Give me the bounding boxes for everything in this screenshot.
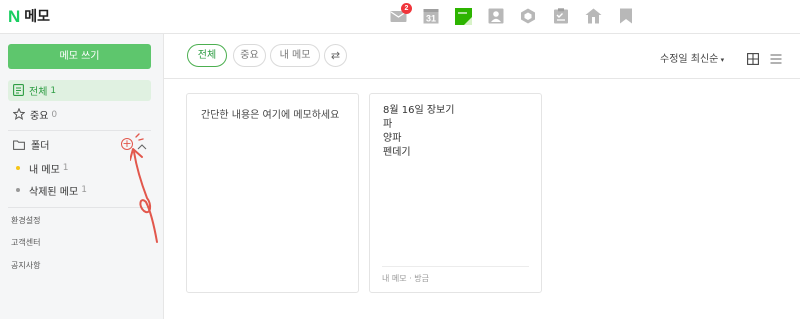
folder-label: 삭제된 메모 [29, 186, 79, 198]
list-view-icon[interactable] [770, 50, 782, 64]
settings-link[interactable]: 환경설정 [11, 214, 40, 228]
home-icon[interactable] [583, 6, 603, 26]
sort-label: 수정일 최신순 [660, 54, 719, 65]
brand[interactable]: N 메모 [8, 7, 50, 27]
contacts-icon[interactable] [486, 6, 506, 26]
top-bar: N 메모 2 31 [0, 0, 800, 34]
memo-line: 펜데기 [383, 147, 411, 158]
mail-icon[interactable]: 2 [388, 3, 412, 26]
add-folder-button[interactable]: + [121, 138, 133, 150]
memo-toolbar: 전체 중요 내 메모 ⇄ 수정일 최신순 ▾ [164, 34, 800, 79]
sidebar: 메모 쓰기 전체 1 중요 0 폴더 + 내 메모 1 삭제된 메모 1 환경설… [0, 34, 164, 319]
naver-logo[interactable]: N [8, 7, 20, 27]
calendar-date: 31 [425, 14, 435, 24]
mybox-icon[interactable] [518, 6, 538, 26]
bookmark-icon[interactable] [616, 6, 636, 26]
folder-header-label: 폴더 [31, 141, 50, 152]
sidebar-item-count: 1 [50, 85, 57, 96]
app-title: 메모 [24, 9, 51, 25]
filter-my-memo[interactable]: 내 메모 [270, 44, 320, 67]
folder-dot [16, 188, 20, 192]
todo-icon[interactable] [551, 6, 571, 26]
app-switcher: 2 31 [388, 3, 648, 26]
quick-memo-card[interactable]: 간단한 내용은 여기에 메모하세요 [186, 93, 359, 293]
sidebar-item-label: 중요 [30, 111, 49, 122]
memo-card-footer: 내 메모 · 방금 [382, 266, 529, 292]
folder-icon [13, 135, 25, 154]
sidebar-item-all[interactable]: 전체 1 [8, 80, 151, 101]
sort-dropdown[interactable]: 수정일 최신순 ▾ [660, 50, 724, 65]
sidebar-item-favorites[interactable]: 중요 0 [8, 104, 151, 125]
folder-count: 1 [62, 163, 69, 173]
folder-label: 내 메모 [29, 164, 60, 176]
notice-link[interactable]: 공지사항 [11, 259, 40, 273]
memo-line: 양파 [383, 133, 402, 144]
sidebar-item-label: 전체 [29, 87, 48, 98]
quick-memo-placeholder[interactable]: 간단한 내용은 여기에 메모하세요 [201, 106, 339, 121]
calendar-icon[interactable]: 31 [421, 6, 441, 26]
sidebar-item-count: 0 [51, 109, 58, 120]
chevron-up-icon[interactable] [136, 138, 148, 150]
star-icon [12, 105, 26, 124]
folder-dot [16, 166, 20, 170]
memo-line: 8월 16일 장보기 [383, 105, 455, 116]
folder-count: 1 [81, 185, 87, 195]
caret-down-icon: ▾ [718, 56, 725, 64]
grid-view-icon[interactable] [747, 50, 759, 65]
customer-center-link[interactable]: 고객센터 [11, 236, 40, 250]
memo-line: 파 [383, 119, 393, 130]
memo-content: 8월 16일 장보기 파 양파 펜데기 [383, 104, 454, 160]
write-memo-button[interactable]: 메모 쓰기 [8, 44, 151, 69]
filter-all[interactable]: 전체 [187, 44, 227, 67]
swap-icon[interactable]: ⇄ [324, 44, 347, 67]
memo-app-icon[interactable] [453, 6, 473, 26]
divider [8, 130, 151, 131]
filter-important[interactable]: 중요 [233, 44, 266, 67]
memo-card[interactable]: 8월 16일 장보기 파 양파 펜데기 내 메모 · 방금 [369, 93, 542, 293]
divider [8, 207, 151, 208]
folder-item-deleted[interactable]: 삭제된 메모 1 [16, 181, 87, 199]
memo-list-icon [13, 81, 24, 100]
mail-badge: 2 [401, 3, 412, 14]
folder-item-my-memo[interactable]: 내 메모 1 [16, 159, 69, 177]
